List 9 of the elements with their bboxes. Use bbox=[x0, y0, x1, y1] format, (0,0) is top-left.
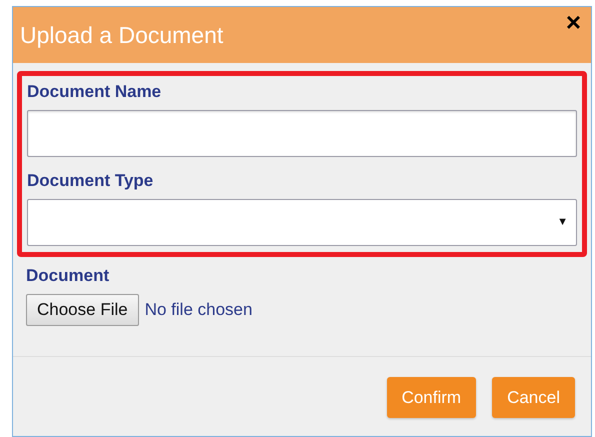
document-type-dropdown[interactable]: ▼ bbox=[27, 199, 577, 246]
field-label: Document Type bbox=[27, 171, 154, 191]
field-label: Document Name bbox=[27, 82, 162, 102]
close-button[interactable]: × bbox=[566, 7, 581, 37]
dialog-title: Upload a Document bbox=[20, 20, 224, 50]
document-name-field[interactable] bbox=[27, 110, 577, 157]
file-status-text: No file chosen bbox=[144, 299, 252, 322]
choose-file-button[interactable]: Choose File bbox=[26, 294, 139, 326]
field-label: Document bbox=[26, 266, 110, 286]
